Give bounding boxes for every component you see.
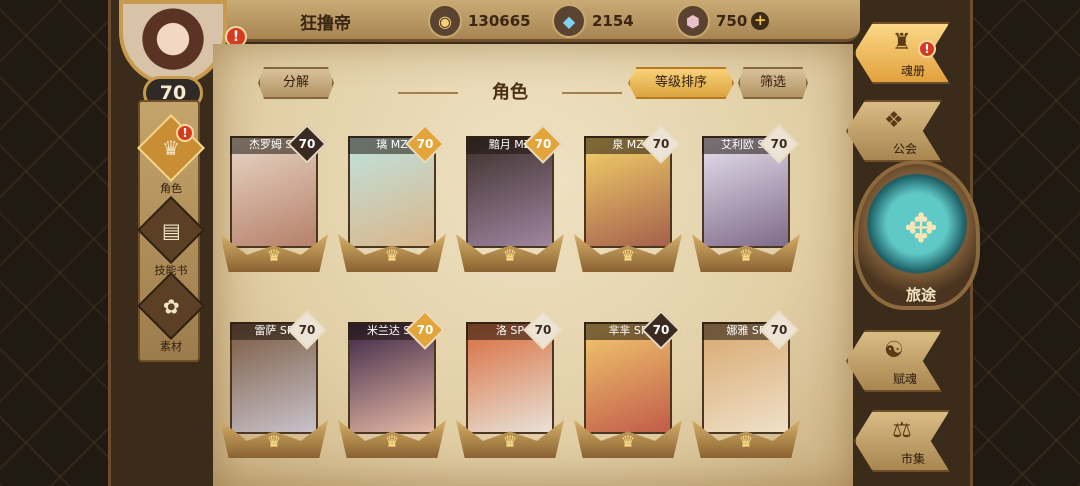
resource-gold[interactable]: ◉ 130665 <box>428 4 531 38</box>
tab-character-label: 角色 <box>160 182 182 195</box>
tab-material-label: 素材 <box>160 340 182 353</box>
character-level: 70 <box>416 323 434 337</box>
character-card[interactable]: ♛ 米兰达 SP 70 <box>338 310 446 462</box>
guild-icon: ❖ <box>884 108 904 133</box>
crown-icon: ♛ <box>738 432 754 451</box>
soul-infusion-icon: ☯ <box>884 338 904 363</box>
crown-icon: ♛ <box>384 432 400 451</box>
soul-book-icon: ♜ <box>892 30 912 55</box>
tab-skill-book[interactable]: ▤ 技能书 <box>137 196 205 278</box>
journey-label: 旅途 <box>905 286 936 304</box>
crown-icon: ♛ <box>502 246 518 265</box>
filter-button[interactable]: 筛选 <box>738 67 808 99</box>
crown-icon: ♛ <box>266 432 282 451</box>
character-level: 70 <box>298 137 316 151</box>
character-level: 70 <box>298 323 316 337</box>
skill-book-icon: ▤ <box>137 196 205 264</box>
gold-amount: 130665 <box>468 12 531 30</box>
character-card[interactable]: ♛ 芈芈 SP 70 <box>574 310 682 462</box>
right-background-pattern <box>965 0 1080 486</box>
character-card[interactable]: ♛ 杰罗姆 SP 70 <box>220 124 328 276</box>
crystal-amount: 2154 <box>592 12 634 30</box>
add-gem-button[interactable]: + <box>751 12 770 30</box>
character-card[interactable]: ♛ 艾利欧 SP 70 <box>692 124 800 276</box>
page-title: 角色 <box>492 82 528 103</box>
gold-coin-icon: ◉ <box>428 4 462 38</box>
character-card[interactable]: ♛ 泉 MZ 70 <box>574 124 682 276</box>
title-ornament-right <box>562 92 622 94</box>
character-icon: ♛ <box>137 114 205 182</box>
blue-crystal-icon: ◆ <box>552 4 586 38</box>
character-tab-alert-icon: ! <box>176 124 194 142</box>
character-card[interactable]: ♛ 黯月 MZ 70 <box>456 124 564 276</box>
gem-amount: 750 <box>716 12 748 30</box>
sort-by-level-button[interactable]: 等级排序 <box>628 67 734 99</box>
resource-crystal[interactable]: ◆ 2154 <box>552 4 634 38</box>
character-card[interactable]: ♛ 娜雅 SP 70 <box>692 310 800 462</box>
character-level: 70 <box>416 137 434 151</box>
crown-icon: ♛ <box>620 246 636 265</box>
player-name: 狂撸帝 <box>300 14 351 34</box>
character-card[interactable]: ♛ 雷萨 SP 70 <box>220 310 328 462</box>
journey-button[interactable]: ✥ 旅途 <box>854 160 980 310</box>
character-level: 70 <box>770 137 788 151</box>
character-level: 70 <box>770 323 788 337</box>
pink-gem-icon: ⬢ <box>676 4 710 38</box>
avatar[interactable] <box>119 0 227 86</box>
character-level: 70 <box>652 137 670 151</box>
character-card[interactable]: ♛ 璃 MZ 70 <box>338 124 446 276</box>
character-level: 70 <box>534 323 552 337</box>
crown-icon: ♛ <box>384 246 400 265</box>
journey-emblem-icon: ✥ <box>904 206 938 252</box>
character-card[interactable]: ♛ 洛 SP 70 <box>456 310 564 462</box>
decompose-button[interactable]: 分解 <box>258 67 334 99</box>
menu-guild-label: 公会 <box>892 142 917 156</box>
character-level: 70 <box>534 137 552 151</box>
character-level: 70 <box>652 323 670 337</box>
crown-icon: ♛ <box>620 432 636 451</box>
crown-icon: ♛ <box>502 432 518 451</box>
crown-icon: ♛ <box>738 246 754 265</box>
menu-market-label: 市集 <box>900 452 925 466</box>
menu-soul-infusion-label: 赋魂 <box>892 372 917 386</box>
soul-book-alert-icon: ! <box>918 40 936 58</box>
menu-soul-book-label: 魂册 <box>900 64 925 78</box>
left-background-pattern <box>0 0 120 486</box>
material-icon: ✿ <box>137 272 205 340</box>
tab-material[interactable]: ✿ 素材 <box>137 272 205 354</box>
market-icon: ⚖ <box>892 418 912 443</box>
crown-icon: ♛ <box>266 246 282 265</box>
resource-gem[interactable]: ⬢ 750 + <box>676 4 770 38</box>
